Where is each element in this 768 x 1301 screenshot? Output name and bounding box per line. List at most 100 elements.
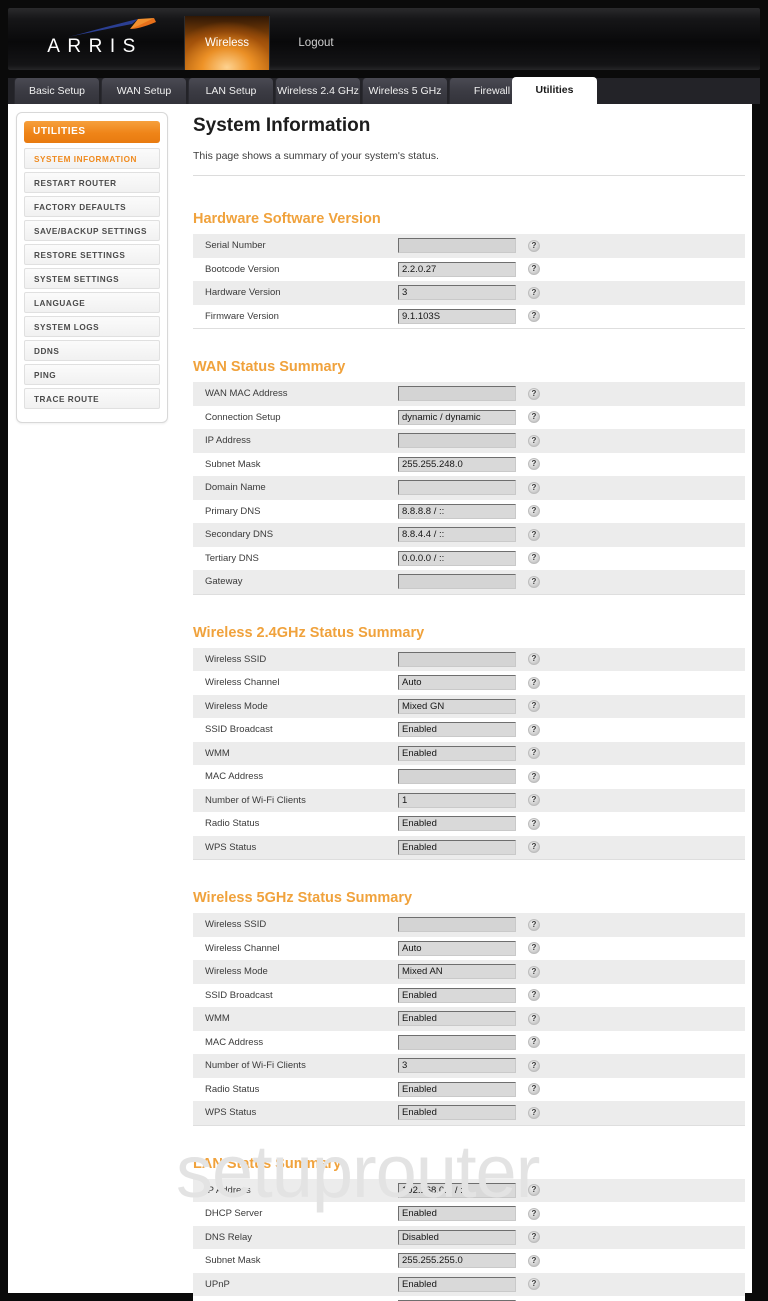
info-row-value-field[interactable]: 0.0.0.0 / :: (398, 550, 516, 566)
help-icon[interactable]: ? (528, 1231, 540, 1244)
info-row-value-field[interactable]: 8.8.4.4 / :: (398, 527, 516, 543)
tab-wireless-24ghz[interactable]: Wireless 2.4 GHz (275, 78, 360, 104)
help-icon[interactable]: ? (528, 411, 540, 424)
help-icon[interactable]: ? (528, 1012, 540, 1025)
info-row-value-field[interactable]: Enabled (398, 722, 516, 738)
help-icon[interactable]: ? (528, 965, 540, 978)
sidebar-item-restore-settings[interactable]: RESTORE SETTINGS (24, 244, 160, 265)
help-icon[interactable]: ? (528, 747, 540, 760)
help-icon[interactable]: ? (528, 770, 540, 783)
info-row-value-field[interactable]: Enabled (398, 816, 516, 832)
info-row-value-field[interactable] (398, 1034, 516, 1050)
info-row-value-field[interactable]: 2.2.0.27 (398, 261, 516, 277)
info-row-value-field[interactable] (398, 651, 516, 667)
info-row-value-field[interactable]: Auto (398, 675, 516, 691)
help-icon[interactable]: ? (528, 942, 540, 955)
tab-basic-setup[interactable]: Basic Setup (14, 78, 99, 104)
sidebar-item-save-backup-settings[interactable]: SAVE/BACKUP SETTINGS (24, 220, 160, 241)
help-icon[interactable]: ? (528, 653, 540, 666)
info-row-value-field[interactable]: 255.255.248.0 (398, 456, 516, 472)
info-row-value-field[interactable]: 9.1.103S (398, 308, 516, 324)
help-icon[interactable]: ? (528, 286, 540, 299)
header-button-wireless[interactable]: Wireless (184, 16, 270, 70)
help-icon[interactable]: ? (528, 1207, 540, 1220)
info-row-value-field[interactable] (398, 480, 516, 496)
info-row-label: Radio Status (205, 1083, 260, 1095)
help-icon[interactable]: ? (528, 1036, 540, 1049)
sidebar-item-ping[interactable]: PING (24, 364, 160, 385)
info-row-value-field[interactable] (398, 433, 516, 449)
info-row-value-field[interactable]: 3 (398, 285, 516, 301)
sidebar-item-system-information[interactable]: SYSTEM INFORMATION (24, 148, 160, 169)
help-icon[interactable]: ? (528, 989, 540, 1002)
info-row-value-field[interactable]: 1 (398, 792, 516, 808)
info-row-value-field[interactable]: Enabled (398, 987, 516, 1003)
info-row-value-field[interactable]: Enabled (398, 1081, 516, 1097)
info-row: Wireless Mode Mixed GN? (193, 694, 745, 718)
help-icon[interactable]: ? (528, 575, 540, 588)
sidebar-item-factory-defaults[interactable]: FACTORY DEFAULTS (24, 196, 160, 217)
arris-wordmark: ARRIS (47, 36, 143, 57)
tab-lan-setup[interactable]: LAN Setup (188, 78, 273, 104)
help-icon[interactable]: ? (528, 552, 540, 565)
info-row: DHCP Server Enabled? (193, 1202, 745, 1226)
help-icon[interactable]: ? (528, 481, 540, 494)
help-icon[interactable]: ? (528, 1184, 540, 1197)
help-icon[interactable]: ? (528, 723, 540, 736)
info-row-value-field[interactable]: Enabled (398, 1276, 516, 1292)
info-row-value-field[interactable]: Mixed GN (398, 698, 516, 714)
sidebar-item-restart-router[interactable]: RESTART ROUTER (24, 172, 160, 193)
info-row-value-field[interactable] (398, 574, 516, 590)
tab-utilities[interactable]: Utilities (512, 77, 597, 104)
info-row-value-field[interactable] (398, 769, 516, 785)
help-icon[interactable]: ? (528, 1059, 540, 1072)
help-icon[interactable]: ? (528, 841, 540, 854)
info-row: Wireless Channel Auto? (193, 936, 745, 960)
help-icon[interactable]: ? (528, 1083, 540, 1096)
help-icon[interactable]: ? (528, 1278, 540, 1291)
help-icon[interactable]: ? (528, 817, 540, 830)
info-row-value-field[interactable]: Auto (398, 940, 516, 956)
help-icon[interactable]: ? (528, 387, 540, 400)
sidebar-item-trace-route[interactable]: TRACE ROUTE (24, 388, 160, 409)
help-icon[interactable]: ? (528, 794, 540, 807)
tab-wan-setup[interactable]: WAN Setup (101, 78, 186, 104)
help-icon[interactable]: ? (528, 528, 540, 541)
info-row-value-field[interactable] (398, 238, 516, 254)
help-icon[interactable]: ? (528, 239, 540, 252)
help-icon[interactable]: ? (528, 676, 540, 689)
tab-wireless-5ghz[interactable]: Wireless 5 GHz (362, 78, 447, 104)
sidebar-item-system-logs[interactable]: SYSTEM LOGS (24, 316, 160, 337)
info-row-value-field[interactable]: Enabled (398, 1105, 516, 1121)
help-icon[interactable]: ? (528, 505, 540, 518)
info-row-value-field[interactable]: Enabled (398, 745, 516, 761)
info-row-value-field[interactable] (398, 917, 516, 933)
info-row-value-field[interactable]: Disabled (398, 1229, 516, 1245)
help-icon[interactable]: ? (528, 263, 540, 276)
info-row: DNS Relay Disabled? (193, 1225, 745, 1249)
info-row-value-field[interactable]: dynamic / dynamic (398, 409, 516, 425)
info-row-value-field[interactable]: 255.255.255.0 (398, 1253, 516, 1269)
info-row-value-field[interactable]: Enabled (398, 1206, 516, 1222)
info-row-value-field[interactable]: Enabled (398, 1011, 516, 1027)
help-icon[interactable]: ? (528, 918, 540, 931)
help-icon[interactable]: ? (528, 458, 540, 471)
help-icon[interactable]: ? (528, 1254, 540, 1267)
sidebar-item-system-settings[interactable]: SYSTEM SETTINGS (24, 268, 160, 289)
sidebar-item-ddns[interactable]: DDNS (24, 340, 160, 361)
help-icon[interactable]: ? (528, 310, 540, 323)
info-row-label: Wireless SSID (205, 653, 267, 665)
info-row: Primary DNS 8.8.8.8 / ::? (193, 499, 745, 523)
sidebar-item-language[interactable]: LANGUAGE (24, 292, 160, 313)
info-row-value-field[interactable]: 8.8.8.8 / :: (398, 503, 516, 519)
info-row-value-field[interactable]: Enabled (398, 839, 516, 855)
info-row-value-field[interactable]: Mixed AN (398, 964, 516, 980)
arris-logo[interactable]: ARRIS (30, 16, 160, 62)
info-row-value-field[interactable]: 192.168.0.1 / :: (398, 1182, 516, 1198)
info-row-value-field[interactable]: 3 (398, 1058, 516, 1074)
info-row-value-field[interactable] (398, 386, 516, 402)
help-icon[interactable]: ? (528, 700, 540, 713)
header-button-logout[interactable]: Logout (280, 16, 352, 70)
help-icon[interactable]: ? (528, 1106, 540, 1119)
help-icon[interactable]: ? (528, 434, 540, 447)
